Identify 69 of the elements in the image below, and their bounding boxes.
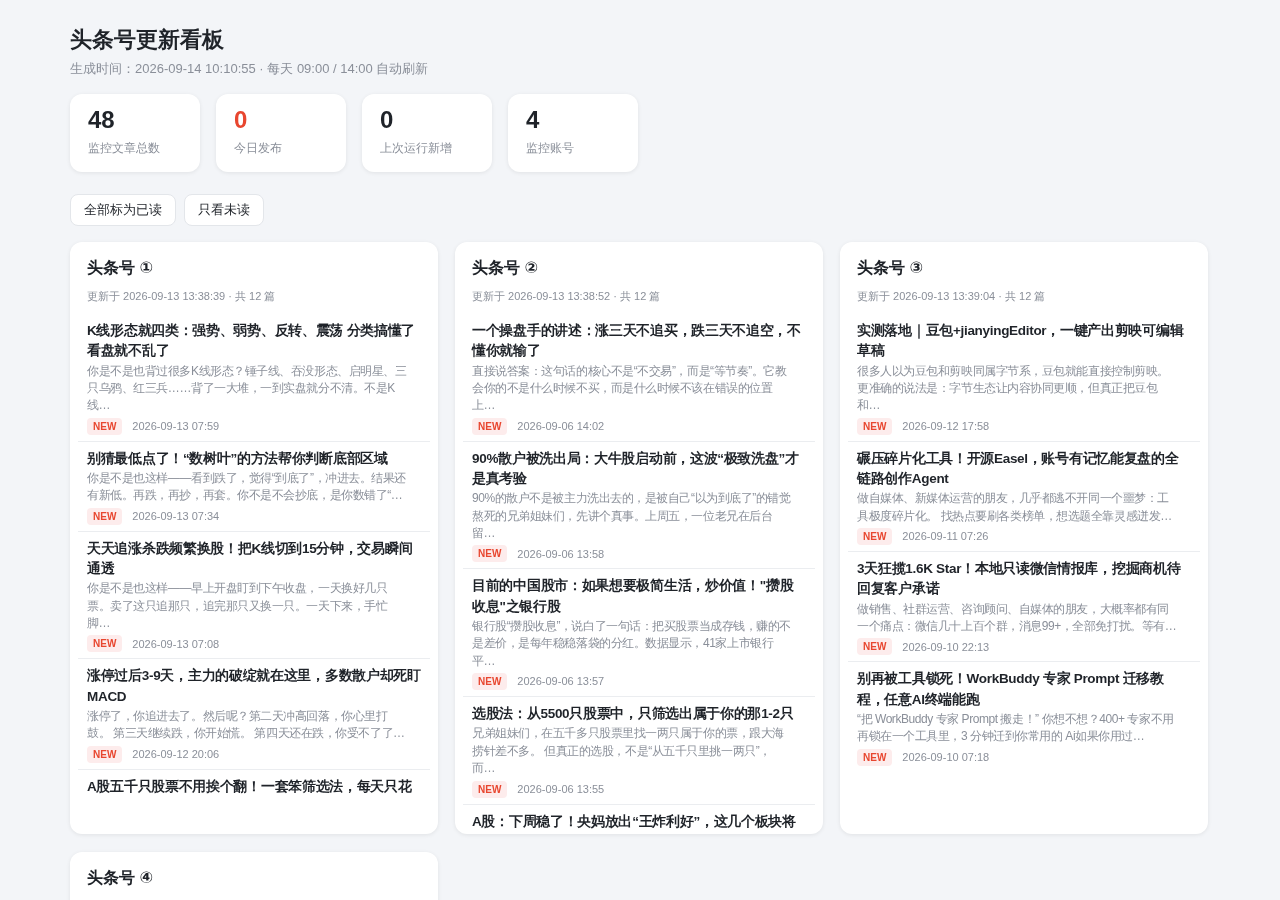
- stat-value: 0: [234, 106, 249, 135]
- article-title[interactable]: 天天追涨杀跌频繁换股！把K线切到15分钟，交易瞬间通透: [87, 538, 421, 580]
- article-title[interactable]: 选股法：从5500只股票中，只筛选出属于你的那1-2只: [472, 704, 806, 725]
- article-time: 2026-09-06 13:55: [517, 781, 605, 797]
- new-tag: NEW: [472, 673, 508, 691]
- article-title[interactable]: K线形态就四类：强势、弱势、反转、震荡 分类搞懂了看盘就不乱了: [87, 321, 421, 362]
- stat-label: 今日发布: [234, 139, 283, 157]
- article-time: 2026-09-12 20:06: [132, 747, 220, 762]
- stat-label: 监控文章总数: [88, 139, 161, 157]
- new-tag: NEW: [87, 507, 123, 525]
- article-title[interactable]: 别再被工具锁死！WorkBuddy 专家 Prompt 迁移教程，任意AI终端能跑: [857, 669, 1191, 710]
- article-title[interactable]: A股五千只股票不用挨个翻！一套笨筛选法，每天只花: [87, 776, 421, 797]
- stat-label: 监控账号: [526, 139, 575, 157]
- article-summary: “把 WorkBuddy 专家 Prompt 搬走！” 你想不想？400+ 专家不用再锁在一个工具里，3 分钟迁到你常用的 Ai如果你用过…: [857, 710, 1175, 746]
- new-tag: NEW: [857, 528, 893, 546]
- action-button[interactable]: 全部标为已读: [70, 194, 176, 226]
- article-title[interactable]: A股：下周稳了！央妈放出“王炸利好”，这几个板块将: [472, 811, 806, 832]
- article-summary: 银行股“攒股收息”，说白了一句话：把买股票当成存钱，赚的不是差价，是每年稳稳落袋的分红。数据显示，41家上市银行平…: [472, 617, 792, 670]
- page-title: 头条号更新看板: [70, 26, 225, 54]
- new-tag: NEW: [857, 638, 893, 656]
- article-summary: 你是不是也背过很多K线形态？锤子线、吞没形态、启明星、三只乌鸦、红三兵……背了一大堆，一到实盘就分不清。不是K线…: [87, 362, 408, 415]
- new-tag: NEW: [472, 545, 508, 563]
- article-time: 2026-09-06 13:57: [517, 674, 605, 690]
- action-button[interactable]: 只看未读: [184, 194, 264, 226]
- article-time: 2026-09-11 07:26: [902, 529, 989, 545]
- page-subtitle: 生成时间：2026-09-14 10:10:55 · 每天 09:00 / 14:00 自动刷新: [70, 59, 430, 78]
- article-title[interactable]: 别猜最低点了！“数树叶”的方法帮你判断底部区域: [87, 448, 421, 469]
- article-title[interactable]: 实测落地｜豆包+jianyingEditor，一键产出剪映可编辑草稿: [857, 321, 1191, 362]
- account-meta: 更新于 2026-09-13 13:38:39 · 共 12 篇: [86, 288, 277, 304]
- article-time: 2026-09-13 07:59: [132, 419, 220, 434]
- account-name: 头条号 ③: [856, 257, 924, 278]
- new-tag: NEW: [87, 745, 123, 763]
- article-summary: 你是不是也这样——早上开盘盯到下午收盘，一天换好几只票。卖了这只追那只，追完那只又换一只。一天下来，手忙脚…: [87, 580, 389, 633]
- article-time: 2026-09-13 07:34: [132, 509, 220, 525]
- stat-value: 4: [526, 106, 541, 135]
- article-summary: 很多人以为豆包和剪映同属字节系，豆包就能直接控制剪映。更准确的说法是：字节生态让内容协同更顺，但真正把豆包和…: [857, 362, 1170, 415]
- account-meta: 更新于 2026-09-13 13:39:04 · 共 12 篇: [856, 288, 1047, 304]
- stat-value: 0: [380, 106, 395, 135]
- new-tag: NEW: [87, 635, 123, 653]
- new-tag: NEW: [472, 780, 508, 798]
- article-title[interactable]: 涨停过后3-9天，主力的破绽就在这里，多数散户却死盯MACD: [87, 666, 421, 707]
- article-summary: 做销售、社群运营、咨询顾问、自媒体的朋友，大概率都有同一个痛点：微信几十上百个群，消息99+，全部免打扰。等有…: [857, 600, 1178, 635]
- article-summary: 涨停了，你追进去了。然后呢？第二天冲高回落，你心里打鼓。 第三天继续跌，你开始慌。 第四天还在跌，你受不了了…: [87, 707, 406, 743]
- article-title[interactable]: 90%散户被洗出局：大牛股启动前，这波“极致洗盘”才是真考验: [472, 448, 806, 490]
- article-summary: 兄弟姐妹们，在五千多只股票里找一两只属于你的票，跟大海捞针差不多。 但真正的选股，不是“从五千只里挑一两只”，而…: [472, 725, 785, 778]
- article-title[interactable]: 目前的中国股市：如果想要极简生活，炒价值！"攒股收息"之银行股: [472, 576, 806, 617]
- stat-value: 48: [88, 106, 116, 135]
- article-title[interactable]: 碾压碎片化工具！开源Easel，账号有记忆能复盘的全链路创作Agent: [857, 448, 1191, 490]
- article-time: 2026-09-10 22:13: [902, 639, 990, 655]
- account-meta: 更新于 2026-09-13 13:38:52 · 共 12 篇: [471, 288, 662, 304]
- account-name: 头条号 ④: [86, 867, 154, 888]
- new-tag: NEW: [857, 748, 893, 766]
- article-summary: 你是不是也这样——看到跌了，觉得“到底了”，冲进去。结果还有新低。再跌，再抄，再套。你不是不会抄底，是你数错了“…: [87, 470, 407, 505]
- article-time: 2026-09-10 07:18: [902, 749, 990, 765]
- account-name: 头条号 ②: [471, 257, 539, 278]
- article-time: 2026-09-13 07:08: [132, 636, 220, 652]
- article-summary: 做自媒体、新媒体运营的朋友，几乎都逃不开同一个噩梦：工具极度碎片化。 找热点要刷各类榜单，想选题全靠灵感迸发…: [857, 490, 1173, 525]
- account-name: 头条号 ①: [86, 257, 154, 278]
- article-title[interactable]: 3天狂揽1.6K Star！本地只读微信情报库，挖掘商机待回复客户承诺: [857, 559, 1191, 600]
- stat-label: 上次运行新增: [380, 139, 453, 157]
- article-time: 2026-09-06 13:58: [517, 546, 605, 562]
- new-tag: NEW: [857, 417, 893, 435]
- new-tag: NEW: [472, 417, 508, 435]
- article-title[interactable]: 一个操盘手的讲述：涨三天不追买，跌三天不追空，不懂你就输了: [472, 321, 806, 362]
- new-tag: NEW: [87, 417, 123, 435]
- article-summary: 90%的散户不是被主力洗出去的，是被自己“以为到底了”的错觉熬死的兄弟姐妹们，先讲个真事。上周五，一位老兄在后台留…: [472, 490, 792, 543]
- article-summary: 直接说答案：这句话的核心不是“不交易”，而是“等节奏”。它教会你的不是什么时候不买，而是什么时候不该在错误的位置上…: [472, 362, 788, 415]
- article-time: 2026-09-12 17:58: [902, 419, 990, 434]
- article-time: 2026-09-06 14:02: [517, 419, 605, 434]
